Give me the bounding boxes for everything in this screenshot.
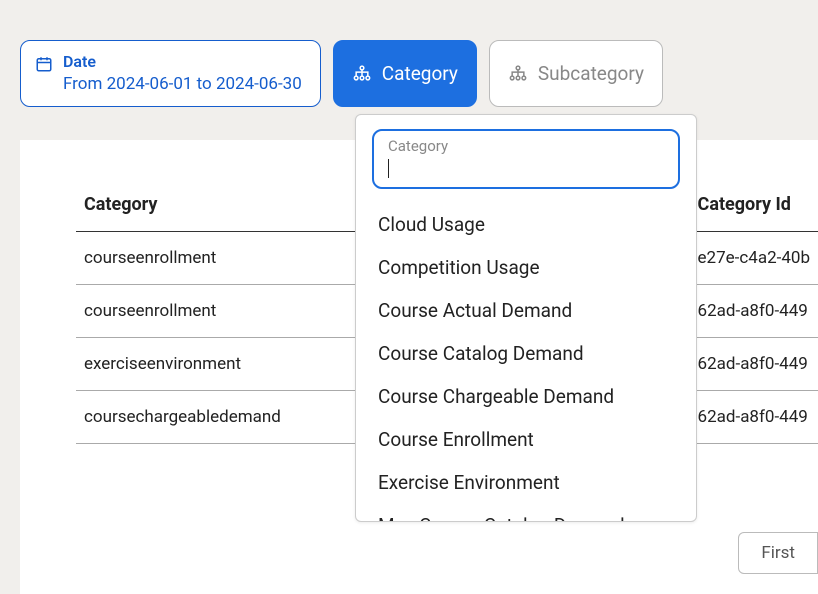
category-search-label: Category [388, 137, 664, 155]
category-option[interactable]: Course Enrollment [356, 418, 696, 461]
category-option[interactable]: Course Chargeable Demand [356, 375, 696, 418]
cell-category-id: e27e-c4a2-40b [690, 232, 818, 285]
category-search-input[interactable] [388, 157, 664, 177]
hierarchy-icon [352, 64, 372, 82]
category-option[interactable]: Course Catalog Demand [356, 332, 696, 375]
category-option-list[interactable]: Cloud Usage Competition Usage Course Act… [356, 199, 696, 521]
cell-category-id: 62ad-a8f0-449 [690, 338, 818, 391]
hierarchy-icon [508, 64, 528, 82]
filter-bar: Date From 2024-06-01 to 2024-06-30 Categ… [0, 0, 818, 107]
calendar-icon [35, 55, 53, 73]
subcategory-filter-label: Subcategory [538, 62, 644, 85]
cell-category-id: 62ad-a8f0-449 [690, 285, 818, 338]
category-option[interactable]: Max Course Catalog Demand [356, 504, 696, 521]
cell-category-id: 62ad-a8f0-449 [690, 391, 818, 444]
category-search-field[interactable]: Category [372, 129, 680, 189]
date-filter-label: Date [63, 51, 302, 73]
category-option[interactable]: Exercise Environment [356, 461, 696, 504]
category-dropdown: Category Cloud Usage Competition Usage C… [355, 114, 697, 522]
column-header-category-id[interactable]: Category Id [690, 180, 818, 232]
category-option[interactable]: Competition Usage [356, 246, 696, 289]
category-filter[interactable]: Category [333, 40, 477, 107]
subcategory-filter[interactable]: Subcategory [489, 40, 663, 107]
text-caret [388, 159, 389, 178]
date-filter-value: From 2024-06-01 to 2024-06-30 [63, 73, 302, 96]
category-option[interactable]: Cloud Usage [356, 203, 696, 246]
category-option[interactable]: Course Actual Demand [356, 289, 696, 332]
pagination: First [738, 532, 818, 574]
pagination-first-button[interactable]: First [739, 533, 817, 573]
category-filter-label: Category [382, 62, 458, 85]
date-filter[interactable]: Date From 2024-06-01 to 2024-06-30 [20, 40, 321, 107]
